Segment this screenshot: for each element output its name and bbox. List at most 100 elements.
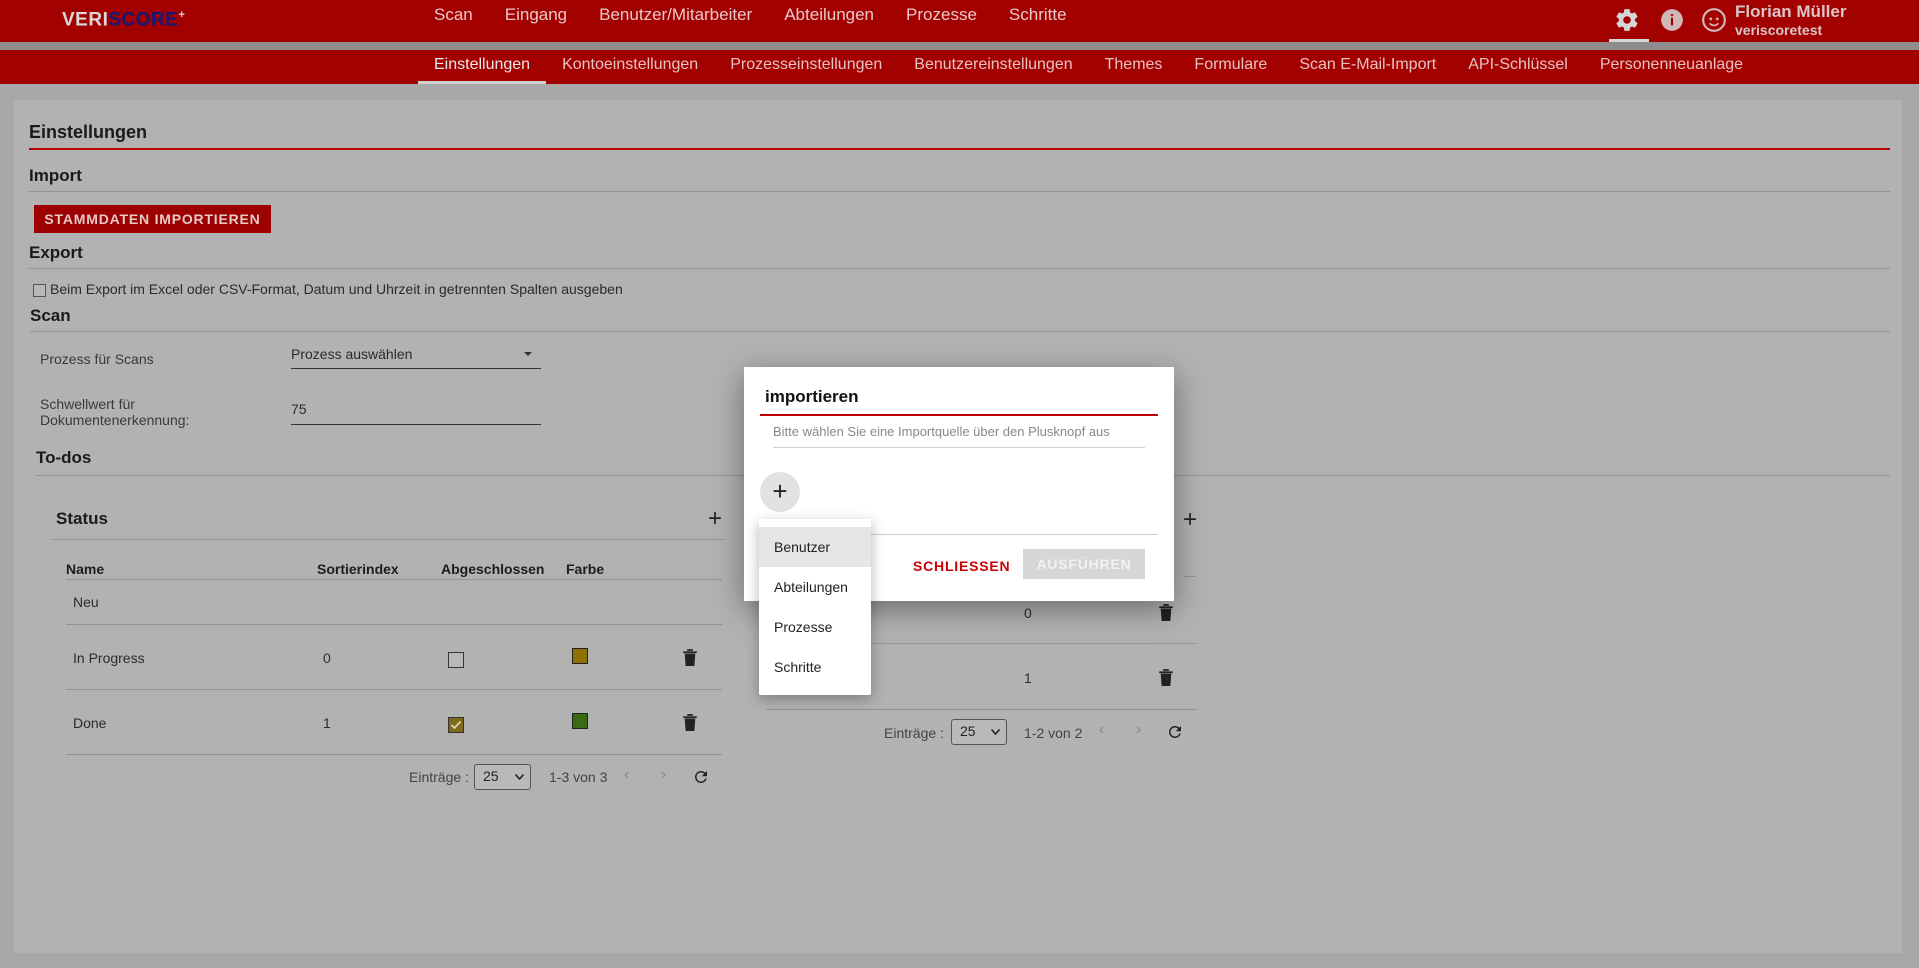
logo-prefix: VERI xyxy=(62,9,109,31)
import-master-data-button[interactable]: STAMMDATEN IMPORTIEREN xyxy=(34,205,271,233)
menu-item-schritte[interactable]: Schritte xyxy=(759,647,871,687)
status-row-2-name: In Progress xyxy=(73,650,145,666)
trash-icon[interactable] xyxy=(682,713,698,731)
header-rule xyxy=(66,579,722,580)
user-account: veriscoretest xyxy=(1735,22,1823,38)
scan-heading: Scan xyxy=(30,306,71,325)
export-split-datetime-checkbox[interactable] xyxy=(33,284,46,297)
row-1-rule xyxy=(66,624,722,625)
status-row-3-done-checkbox[interactable] xyxy=(448,717,464,733)
main-nav-abteilungen[interactable]: Abteilungen xyxy=(784,0,874,42)
tab-api-schluessel[interactable]: API-Schlüssel xyxy=(1452,50,1584,84)
trash-icon[interactable] xyxy=(682,648,698,666)
chevron-down-icon xyxy=(524,352,532,356)
second-pager-range: 1-2 von 2 xyxy=(1024,725,1083,741)
col-farbe[interactable]: Farbe xyxy=(566,561,604,577)
user-info[interactable]: Florian Müller veriscoretest xyxy=(1735,2,1846,38)
main-nav-schritte[interactable]: Schritte xyxy=(1009,0,1067,42)
export-heading: Export xyxy=(29,243,83,262)
status-page-size-value: 25 xyxy=(483,768,499,784)
scan-process-label: Prozess für Scans xyxy=(40,351,154,367)
chevron-down-icon xyxy=(515,774,524,780)
menu-item-benutzer[interactable]: Benutzer xyxy=(759,527,871,567)
status-row-3-name: Done xyxy=(73,715,107,731)
tab-prozesseinstellungen[interactable]: Prozesseinstellungen xyxy=(714,50,898,84)
export-rule xyxy=(29,268,1890,269)
status-row-2-sort: 0 xyxy=(323,650,331,666)
title-rule xyxy=(29,148,1890,150)
checkmark-icon xyxy=(450,720,462,730)
tab-themes[interactable]: Themes xyxy=(1089,50,1179,84)
main-nav-eingang[interactable]: Eingang xyxy=(505,0,567,42)
add-status-button[interactable]: + xyxy=(708,507,722,531)
scan-threshold-label: Schwellwert für Dokumentenerkennung: xyxy=(40,396,189,428)
second-header-rule xyxy=(1184,576,1196,577)
import-source-menu: Benutzer Abteilungen Prozesse Schritte xyxy=(759,519,871,695)
import-source-hint-rule xyxy=(773,447,1145,448)
close-button[interactable]: SCHLIESSEN xyxy=(907,551,1016,581)
tab-benutzereinstellungen[interactable]: Benutzereinstellungen xyxy=(898,50,1088,84)
chevron-down-icon xyxy=(991,729,1000,735)
tab-formulare[interactable]: Formulare xyxy=(1178,50,1283,84)
status-table-title: Status xyxy=(56,509,108,528)
info-icon[interactable] xyxy=(1659,7,1685,33)
status-row-2-done-checkbox[interactable] xyxy=(448,652,464,668)
todos-heading: To-dos xyxy=(36,448,92,467)
scan-process-select[interactable]: Prozess auswählen xyxy=(291,346,412,362)
tab-scan-email-import[interactable]: Scan E-Mail-Import xyxy=(1283,50,1452,84)
status-row-1-name: Neu xyxy=(73,594,99,610)
trash-icon[interactable] xyxy=(1158,668,1174,686)
prev-page-icon[interactable]: ‹ xyxy=(1099,721,1104,739)
refresh-icon[interactable] xyxy=(1166,723,1184,741)
top-bar: VERISCORE+ Scan Eingang Benutzer/Mitarbe… xyxy=(0,0,1919,42)
col-abgeschlossen[interactable]: Abgeschlossen xyxy=(441,561,544,577)
status-page-size-select[interactable]: 25 xyxy=(474,764,531,790)
export-split-datetime-label: Beim Export im Excel oder CSV-Format, Da… xyxy=(50,281,623,297)
main-nav-benutzer[interactable]: Benutzer/Mitarbeiter xyxy=(599,0,752,42)
prev-page-icon[interactable]: ‹ xyxy=(624,766,629,784)
sub-nav: Einstellungen Kontoeinstellungen Prozess… xyxy=(418,50,1759,84)
second-row-2-rule xyxy=(766,709,1197,710)
tab-einstellungen[interactable]: Einstellungen xyxy=(418,50,547,84)
tab-kontoeinstellungen[interactable]: Kontoeinstellungen xyxy=(546,50,714,84)
status-pager-label: Einträge : xyxy=(409,769,469,785)
gear-icon[interactable] xyxy=(1614,7,1640,33)
menu-item-abteilungen[interactable]: Abteilungen xyxy=(759,567,871,607)
nav-divider xyxy=(0,42,1919,50)
status-row-2-color[interactable] xyxy=(572,648,588,664)
menu-item-prozesse[interactable]: Prozesse xyxy=(759,607,871,647)
scan-threshold-underline xyxy=(291,424,541,425)
import-heading: Import xyxy=(29,166,82,185)
tab-personenneuanlage[interactable]: Personenneuanlage xyxy=(1584,50,1759,84)
second-page-size-select[interactable]: 25 xyxy=(951,719,1007,745)
import-source-hint: Bitte wählen Sie eine Importquelle über … xyxy=(773,424,1110,439)
second-pager-label: Einträge : xyxy=(884,725,944,741)
next-page-icon[interactable]: › xyxy=(1136,721,1141,739)
logo[interactable]: VERISCORE+ xyxy=(62,9,185,31)
scan-threshold-input[interactable]: 75 xyxy=(291,401,307,417)
sub-nav-bar: Einstellungen Kontoeinstellungen Prozess… xyxy=(0,50,1919,84)
dialog-title: importieren xyxy=(765,387,859,406)
second-page-size-value: 25 xyxy=(960,723,976,739)
import-rule xyxy=(29,191,1890,192)
scan-process-underline xyxy=(291,368,541,369)
main-nav-prozesse[interactable]: Prozesse xyxy=(906,0,977,42)
status-pager-range: 1-3 von 3 xyxy=(549,769,608,785)
run-button[interactable]: AUSFÜHREN xyxy=(1023,549,1145,579)
main-nav-scan[interactable]: Scan xyxy=(434,0,473,42)
dialog-title-rule xyxy=(760,414,1158,416)
page-title: Einstellungen xyxy=(29,122,148,142)
account-icon[interactable] xyxy=(1701,7,1727,33)
trash-icon[interactable] xyxy=(1158,603,1174,621)
status-title-rule xyxy=(51,539,725,540)
second-row-1-sort: 0 xyxy=(1024,605,1032,621)
status-row-3-color[interactable] xyxy=(572,713,588,729)
row-3-rule xyxy=(66,754,722,755)
next-page-icon[interactable]: › xyxy=(661,766,666,784)
refresh-icon[interactable] xyxy=(692,768,710,786)
add-import-source-button[interactable]: + xyxy=(760,472,800,512)
col-name[interactable]: Name xyxy=(66,561,104,577)
col-sortindex[interactable]: Sortierindex xyxy=(317,561,399,577)
main-nav: Scan Eingang Benutzer/Mitarbeiter Abteil… xyxy=(434,0,1099,42)
add-entry-button[interactable]: + xyxy=(1183,508,1197,532)
